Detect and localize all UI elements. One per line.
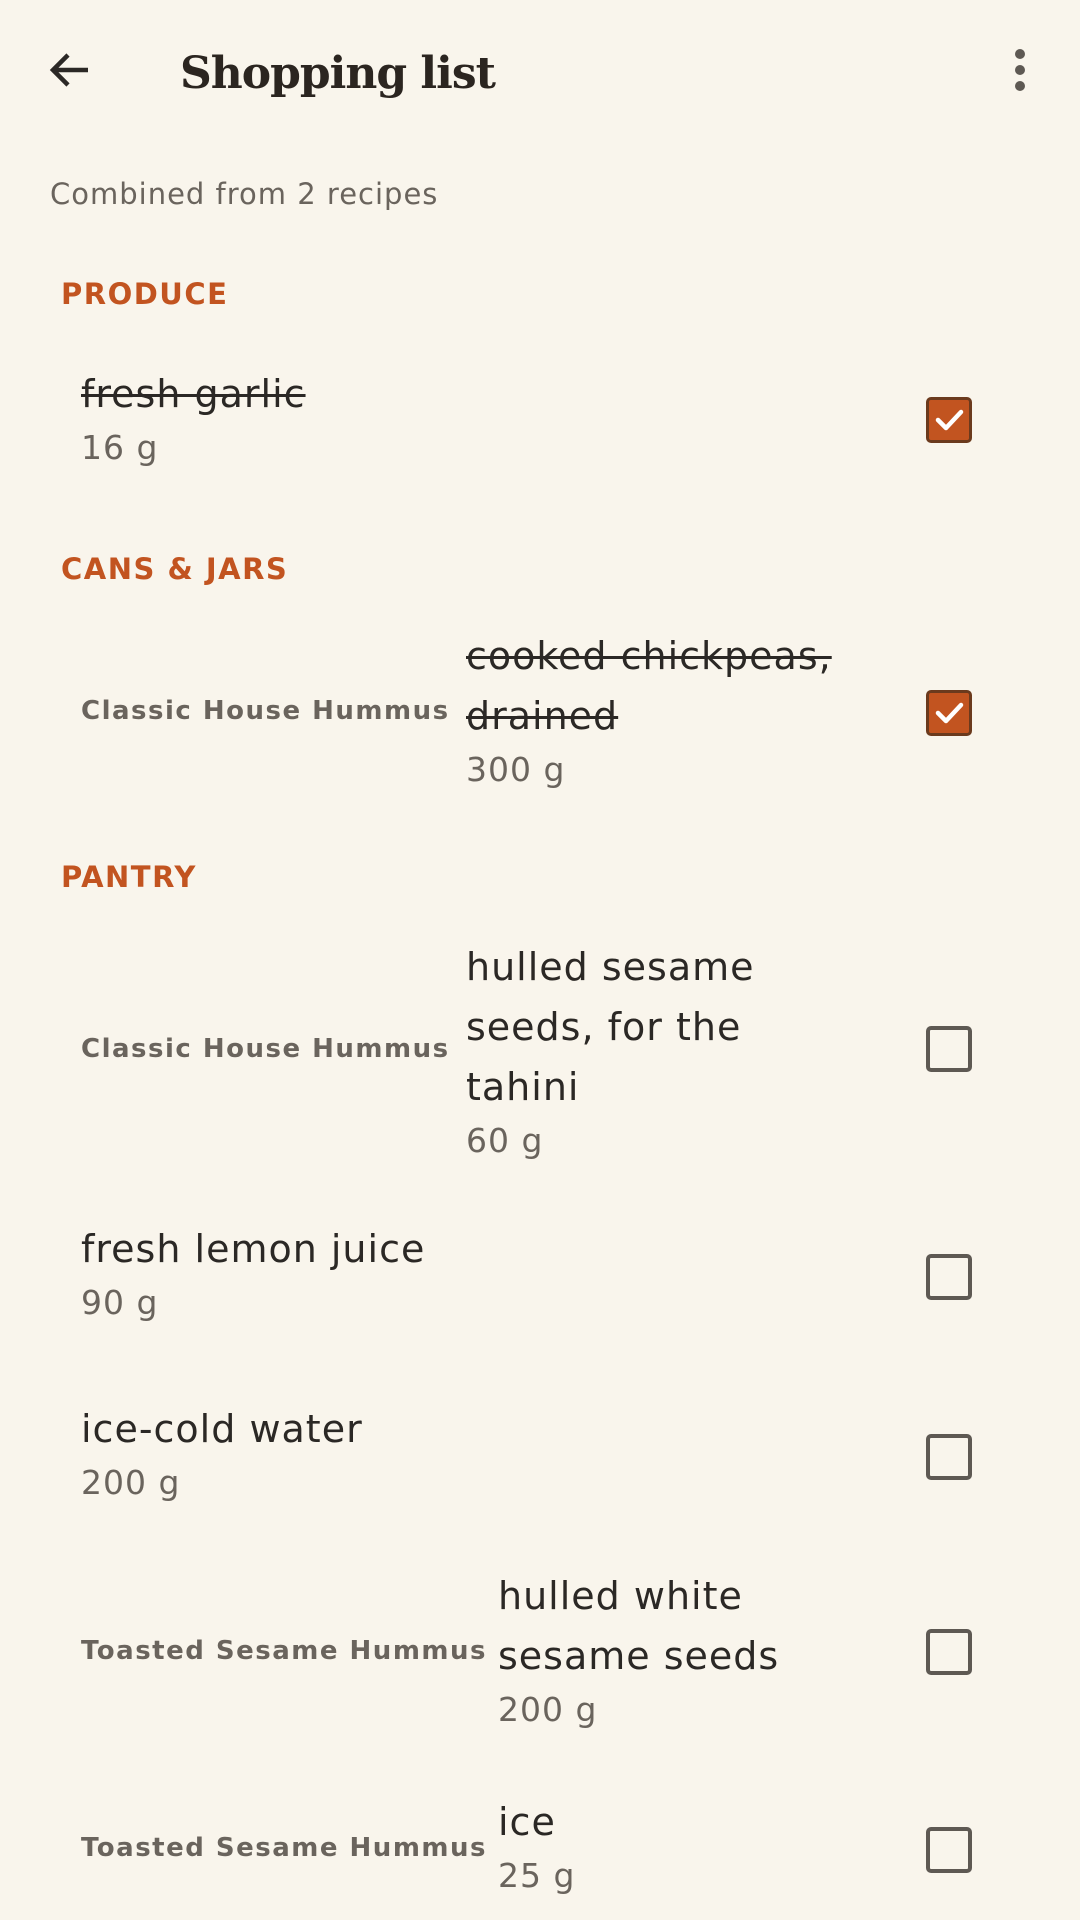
list-item[interactable]: fresh lemon juice 90 g bbox=[0, 1219, 1080, 1339]
item-name: fresh garlic bbox=[81, 372, 306, 416]
app-bar: Shopping list bbox=[0, 0, 1080, 150]
item-checkbox[interactable] bbox=[926, 690, 972, 736]
item-checkbox[interactable] bbox=[926, 1827, 972, 1873]
check-icon bbox=[935, 409, 964, 431]
item-name: ice-cold water bbox=[81, 1407, 363, 1451]
section-header-produce: PRODUCE bbox=[61, 277, 229, 311]
back-button[interactable] bbox=[30, 30, 110, 110]
item-text: hulled white sesame seeds 200 g bbox=[498, 1566, 838, 1734]
recipe-label: Classic House Hummus bbox=[81, 696, 450, 726]
item-quantity: 60 g bbox=[466, 1121, 544, 1160]
item-name: fresh lemon juice bbox=[81, 1227, 426, 1271]
item-quantity: 300 g bbox=[466, 750, 566, 789]
section-header-pantry: PANTRY bbox=[61, 860, 197, 894]
list-item[interactable]: Toasted Sesame Hummus hulled white sesam… bbox=[0, 1566, 1080, 1736]
item-checkbox[interactable] bbox=[926, 1254, 972, 1300]
item-quantity: 90 g bbox=[81, 1283, 159, 1322]
item-name: cooked chickpeas, drained bbox=[466, 634, 832, 738]
list-item[interactable]: fresh garlic 16 g bbox=[0, 360, 1080, 480]
list-subtitle: Combined from 2 recipes bbox=[50, 177, 439, 211]
list-item[interactable]: Toasted Sesame Hummus ice 25 g bbox=[0, 1792, 1080, 1912]
item-checkbox[interactable] bbox=[926, 1026, 972, 1072]
recipe-label: Classic House Hummus bbox=[81, 1034, 450, 1064]
section-header-cans-jars: CANS & JARS bbox=[61, 552, 289, 586]
item-quantity: 25 g bbox=[498, 1856, 576, 1895]
item-text: cooked chickpeas, drained 300 g bbox=[466, 626, 866, 794]
item-checkbox[interactable] bbox=[926, 1434, 972, 1480]
item-name: ice bbox=[498, 1800, 556, 1844]
item-text: ice 25 g bbox=[498, 1792, 575, 1900]
item-text: ice-cold water 200 g bbox=[81, 1399, 363, 1507]
item-text: fresh garlic 16 g bbox=[81, 364, 306, 472]
list-item[interactable]: Classic House Hummus cooked chickpeas, d… bbox=[0, 626, 1080, 796]
item-name: hulled sesame seeds, for the tahini bbox=[466, 945, 755, 1109]
item-checkbox[interactable] bbox=[926, 397, 972, 443]
item-quantity: 200 g bbox=[498, 1690, 598, 1729]
recipe-label: Toasted Sesame Hummus bbox=[81, 1636, 487, 1666]
item-checkbox[interactable] bbox=[926, 1629, 972, 1675]
more-vert-icon bbox=[1015, 49, 1025, 91]
page-title: Shopping list bbox=[180, 48, 496, 99]
item-name: hulled white sesame seeds bbox=[498, 1574, 780, 1678]
item-text: hulled sesame seeds, for the tahini 60 g bbox=[466, 937, 826, 1165]
item-quantity: 16 g bbox=[81, 428, 159, 467]
item-text: fresh lemon juice 90 g bbox=[81, 1219, 425, 1327]
check-icon bbox=[935, 702, 964, 724]
recipe-label: Toasted Sesame Hummus bbox=[81, 1833, 487, 1863]
arrow-left-icon bbox=[49, 53, 88, 87]
item-quantity: 200 g bbox=[81, 1463, 181, 1502]
list-item[interactable]: ice-cold water 200 g bbox=[0, 1399, 1080, 1519]
more-options-button[interactable] bbox=[980, 30, 1060, 110]
list-item[interactable]: Classic House Hummus hulled sesame seeds… bbox=[0, 937, 1080, 1163]
